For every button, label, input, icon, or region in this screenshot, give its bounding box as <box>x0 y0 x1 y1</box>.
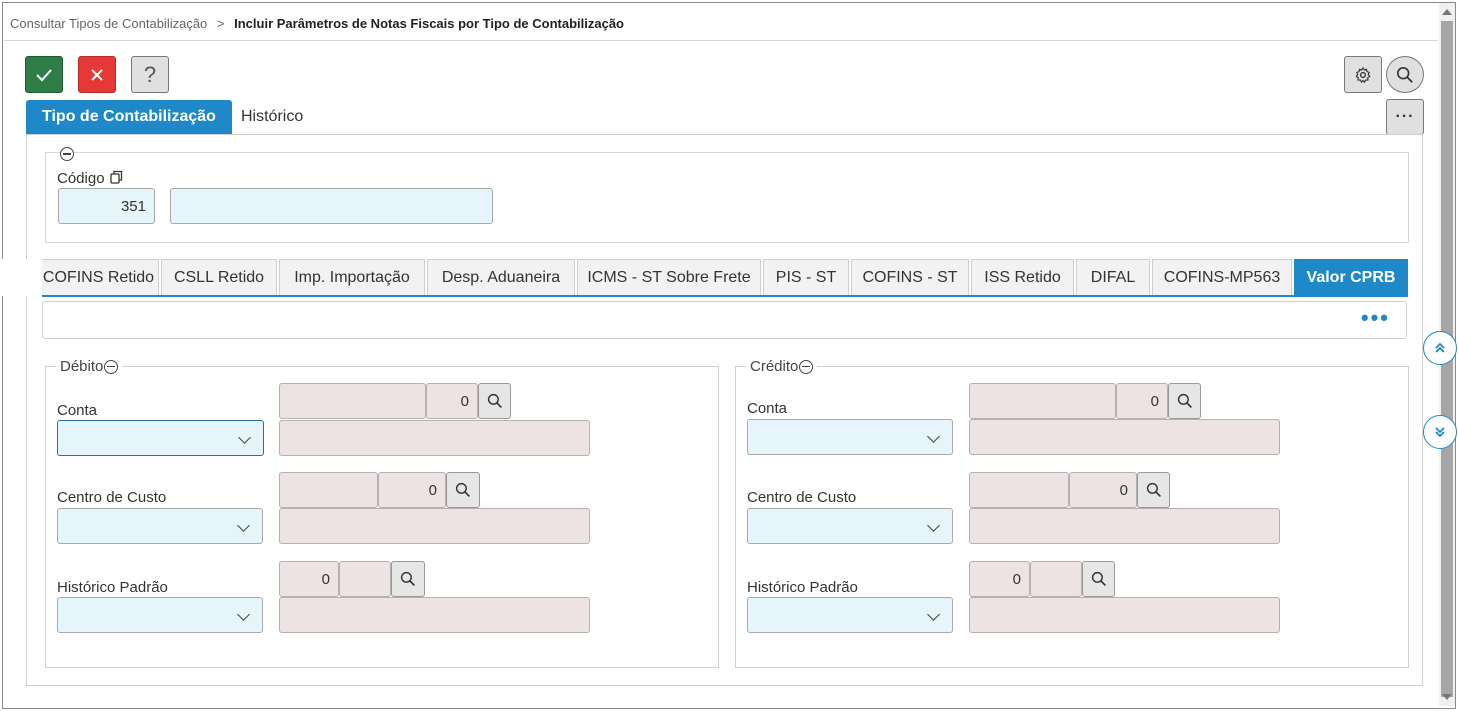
cancel-button[interactable] <box>78 56 116 93</box>
credito-legend: Crédito <box>746 358 818 375</box>
chevron-down-icon <box>237 519 250 532</box>
search-icon <box>400 571 415 586</box>
collapse-icon[interactable] <box>104 359 119 374</box>
credito-legend-text: Crédito <box>750 358 799 375</box>
credito-conta-description <box>969 419 1280 455</box>
credito-centro-custo-code: 0 <box>1069 472 1137 508</box>
chevron-down-icon <box>238 431 251 444</box>
subtab-panel: ••• <box>42 301 1407 339</box>
search-icon <box>1177 393 1192 408</box>
debito-centro-custo-code: 0 <box>378 472 446 508</box>
subtabs-underline <box>42 295 1408 297</box>
check-icon <box>36 68 52 81</box>
search-icon <box>1091 571 1106 586</box>
credito-conta-number <box>969 383 1116 419</box>
debito-conta-label: Conta <box>57 402 98 419</box>
tab-tipo-contabilizacao[interactable]: Tipo de Contabilização <box>26 100 232 134</box>
credito-centro-custo-label: Centro de Custo <box>747 489 857 506</box>
codigo-label-text: Código <box>57 170 105 187</box>
subtab-difal[interactable]: DIFAL <box>1076 259 1150 295</box>
double-chevron-up-icon <box>1435 342 1445 353</box>
search-icon <box>1396 66 1413 83</box>
debito-conta-code: 0 <box>426 383 478 419</box>
close-icon <box>91 68 103 81</box>
scroll-down-arrow[interactable] <box>1442 694 1452 700</box>
codigo-label: Código <box>57 170 123 187</box>
debito-conta-number <box>279 383 426 419</box>
debito-legend: Débito <box>56 358 123 375</box>
credito-centro-custo-description <box>969 508 1280 544</box>
tab-historico[interactable]: Histórico <box>241 100 303 134</box>
debito-centro-custo-number <box>279 472 378 508</box>
breadcrumb-current: Incluir Parâmetros de Notas Fiscais por … <box>234 16 624 31</box>
header-divider <box>4 40 1438 41</box>
debito-centro-custo-select[interactable] <box>57 508 263 544</box>
subtab-iss-retido[interactable]: ISS Retido <box>971 259 1074 295</box>
scroll-up-arrow[interactable] <box>1442 9 1452 15</box>
credito-centro-custo-number <box>969 472 1069 508</box>
subtab-icms-st-frete[interactable]: ICMS - ST Sobre Frete <box>577 259 761 295</box>
collapse-icon[interactable] <box>60 147 74 161</box>
debito-conta-select[interactable] <box>57 420 264 456</box>
collapse-icon[interactable] <box>799 359 814 374</box>
double-chevron-down-icon <box>1435 427 1445 438</box>
more-options-button[interactable]: ··· <box>1386 99 1424 135</box>
debito-conta-description <box>279 420 590 456</box>
credito-conta-label: Conta <box>747 400 788 417</box>
debito-historico-complement <box>339 561 391 597</box>
chevron-down-icon <box>237 608 250 621</box>
subtab-pis-st[interactable]: PIS - ST <box>763 259 849 295</box>
codigo-field[interactable]: 351 <box>58 188 155 224</box>
subtab-overflow-mask <box>0 259 42 296</box>
debito-centro-custo-label: Centro de Custo <box>57 489 167 506</box>
debito-historico-label: Histórico Padrão <box>57 579 168 596</box>
subtab-desp-aduaneira[interactable]: Desp. Aduaneira <box>427 259 575 295</box>
credito-historico-select[interactable] <box>747 597 953 633</box>
subtab-cofins-st[interactable]: COFINS - ST <box>851 259 969 295</box>
settings-button[interactable] <box>1344 56 1382 93</box>
subtab-more-button[interactable]: ••• <box>1361 307 1390 329</box>
chevron-down-icon <box>927 430 940 443</box>
breadcrumb-separator: > <box>216 16 225 31</box>
credito-conta-select[interactable] <box>747 419 953 455</box>
help-button[interactable]: ? <box>131 56 169 93</box>
subtab-cofins-retido[interactable]: COFINS Retido <box>38 259 159 295</box>
confirm-button[interactable] <box>25 56 63 93</box>
debito-centro-custo-lookup-button[interactable] <box>446 472 480 508</box>
subtab-imp-importacao[interactable]: Imp. Importação <box>279 259 425 295</box>
credito-historico-lookup-button[interactable] <box>1082 561 1115 597</box>
breadcrumb: Consultar Tipos de Contabilização > Incl… <box>10 16 624 31</box>
breadcrumb-parent-link[interactable]: Consultar Tipos de Contabilização <box>10 16 207 31</box>
subtab-csll-retido[interactable]: CSLL Retido <box>161 259 277 295</box>
subtab-cofins-mp563[interactable]: COFINS-MP563 <box>1152 259 1292 295</box>
scroll-bottom-button[interactable] <box>1423 415 1457 449</box>
debito-centro-custo-description <box>279 508 590 544</box>
subtab-valor-cprb[interactable]: Valor CPRB <box>1294 259 1408 295</box>
credito-conta-lookup-button[interactable] <box>1168 383 1201 419</box>
search-icon <box>487 393 502 408</box>
search-button[interactable] <box>1386 56 1424 93</box>
credito-historico-complement <box>1030 561 1082 597</box>
chevron-down-icon <box>927 519 940 532</box>
debito-legend-text: Débito <box>60 358 104 375</box>
debito-historico-lookup-button[interactable] <box>391 561 425 597</box>
credito-conta-code: 0 <box>1116 383 1168 419</box>
chevron-down-icon <box>927 608 940 621</box>
search-icon <box>1146 482 1161 497</box>
credito-historico-code: 0 <box>969 561 1030 597</box>
debito-historico-code: 0 <box>279 561 339 597</box>
credito-centro-custo-lookup-button[interactable] <box>1137 472 1170 508</box>
debito-historico-select[interactable] <box>57 597 263 633</box>
codigo-description-field[interactable] <box>170 188 493 224</box>
copy-icon[interactable] <box>110 170 123 184</box>
credito-centro-custo-select[interactable] <box>747 508 953 544</box>
credito-historico-description <box>969 597 1280 633</box>
scroll-top-button[interactable] <box>1423 331 1457 365</box>
gear-icon <box>1355 66 1371 83</box>
search-icon <box>455 482 470 497</box>
debito-conta-lookup-button[interactable] <box>478 383 511 419</box>
credito-historico-label: Histórico Padrão <box>747 579 858 596</box>
debito-historico-description <box>279 597 590 633</box>
